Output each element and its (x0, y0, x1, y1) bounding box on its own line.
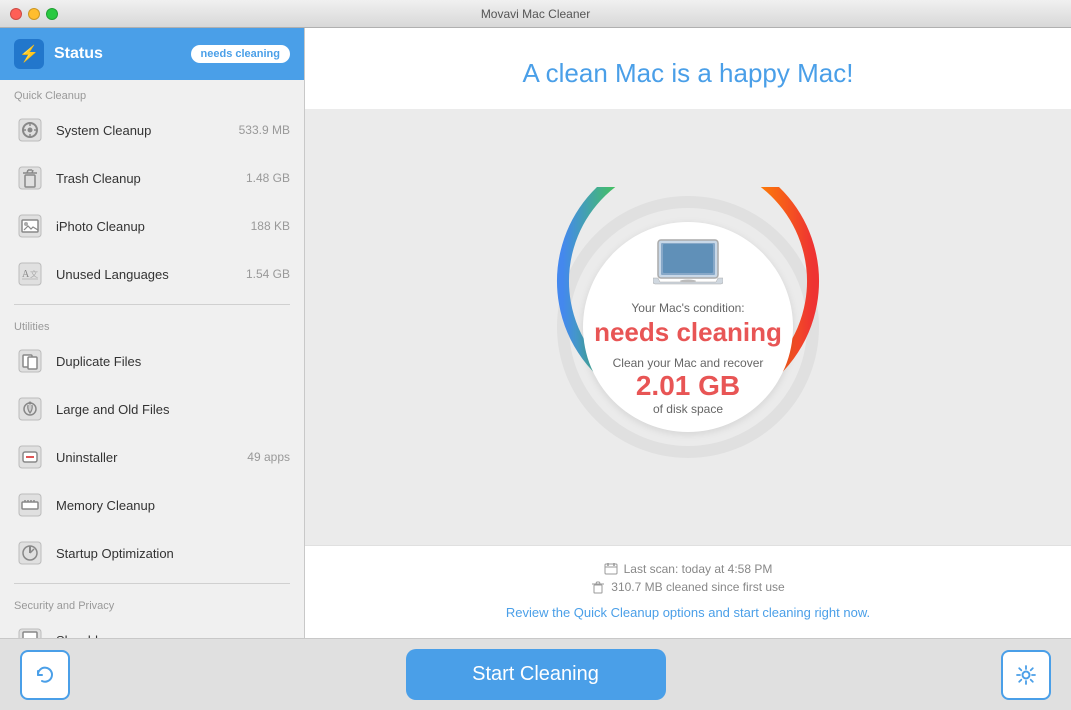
unused-languages-icon: A 文 (14, 258, 46, 290)
condition-value: needs cleaning (594, 317, 782, 348)
sidebar-item-uninstaller[interactable]: Uninstaller 49 apps (0, 433, 304, 481)
sidebar-status-title: Status (54, 45, 103, 63)
sidebar-item-memory-cleanup[interactable]: Memory Cleanup (0, 481, 304, 529)
scan-info: Last scan: today at 4:58 PM (325, 562, 1051, 576)
sidebar-item-iphoto-cleanup[interactable]: iPhoto Cleanup 188 KB (0, 202, 304, 250)
duplicate-files-label: Duplicate Files (56, 354, 280, 369)
sidebar: ⚡ Status needs cleaning Quick Cleanup (0, 28, 305, 638)
gear-icon (1015, 664, 1037, 686)
iphoto-cleanup-label: iPhoto Cleanup (56, 219, 241, 234)
memory-cleanup-icon (14, 489, 46, 521)
memory-cleanup-label: Memory Cleanup (56, 498, 280, 513)
mac-laptop-icon (653, 238, 723, 293)
system-cleanup-label: System Cleanup (56, 123, 229, 138)
security-privacy-label: Security and Privacy (0, 590, 304, 616)
divider-1 (14, 304, 290, 305)
cleaned-since-text: 310.7 MB cleaned since first use (611, 580, 784, 594)
shredder-icon (14, 624, 46, 638)
system-cleanup-icon (14, 114, 46, 146)
sidebar-item-duplicate-files[interactable]: Duplicate Files (0, 337, 304, 385)
large-old-files-label: Large and Old Files (56, 402, 280, 417)
duplicate-files-icon (14, 345, 46, 377)
gauge-container: Your Mac's condition: needs cleaning Cle… (548, 187, 828, 467)
disk-space-label: of disk space (653, 402, 723, 416)
window-controls[interactable] (10, 8, 58, 20)
utilities-label: Utilities (0, 311, 304, 337)
last-scan-text: Last scan: today at 4:58 PM (624, 562, 773, 576)
bottom-toolbar: Start Cleaning (0, 638, 1071, 710)
main-top: A clean Mac is a happy Mac! (305, 28, 1071, 109)
cleaned-info: 310.7 MB cleaned since first use (325, 580, 1051, 594)
review-link[interactable]: Review the Quick Cleanup options and sta… (506, 605, 870, 620)
maximize-button[interactable] (46, 8, 58, 20)
trash-small-icon (591, 580, 605, 594)
sidebar-item-startup-optimization[interactable]: Startup Optimization (0, 529, 304, 577)
refresh-icon (34, 664, 56, 686)
trash-cleanup-value: 1.48 GB (246, 171, 290, 185)
startup-optimization-icon (14, 537, 46, 569)
sidebar-header-left: ⚡ Status (14, 39, 103, 69)
sidebar-item-trash-cleanup[interactable]: Trash Cleanup 1.48 GB (0, 154, 304, 202)
calendar-icon (604, 562, 618, 576)
large-old-files-icon (14, 393, 46, 425)
iphoto-cleanup-icon (14, 210, 46, 242)
trash-cleanup-icon (14, 162, 46, 194)
system-cleanup-value: 533.9 MB (239, 123, 290, 137)
close-button[interactable] (10, 8, 22, 20)
quick-cleanup-label: Quick Cleanup (0, 80, 304, 106)
sidebar-content: Quick Cleanup System Cleanup 533.9 MB (0, 80, 304, 638)
app-body: ⚡ Status needs cleaning Quick Cleanup (0, 28, 1071, 638)
startup-optimization-label: Startup Optimization (56, 546, 280, 561)
settings-button[interactable] (1001, 650, 1051, 700)
info-section: Last scan: today at 4:58 PM 310.7 MB cle… (305, 545, 1071, 638)
unused-languages-label: Unused Languages (56, 267, 236, 282)
uninstaller-value: 49 apps (247, 450, 290, 464)
minimize-button[interactable] (28, 8, 40, 20)
start-cleaning-button[interactable]: Start Cleaning (406, 649, 666, 700)
unused-languages-value: 1.54 GB (246, 267, 290, 281)
recover-size: 2.01 GB (636, 370, 740, 402)
status-badge: needs cleaning (191, 45, 290, 63)
refresh-button[interactable] (20, 650, 70, 700)
titlebar: Movavi Mac Cleaner (0, 0, 1071, 28)
sidebar-item-shredder[interactable]: Shredder (0, 616, 304, 638)
sidebar-item-unused-languages[interactable]: A 文 Unused Languages 1.54 GB (0, 250, 304, 298)
gauge-area: Your Mac's condition: needs cleaning Cle… (305, 109, 1071, 545)
uninstaller-label: Uninstaller (56, 450, 237, 465)
sidebar-item-system-cleanup[interactable]: System Cleanup 533.9 MB (0, 106, 304, 154)
main-content: A clean Mac is a happy Mac! (305, 28, 1071, 638)
uninstaller-icon (14, 441, 46, 473)
iphoto-cleanup-value: 188 KB (251, 219, 290, 233)
app-logo: ⚡ (14, 39, 44, 69)
gauge-inner: Your Mac's condition: needs cleaning Cle… (583, 222, 793, 432)
trash-cleanup-label: Trash Cleanup (56, 171, 236, 186)
app-title: Movavi Mac Cleaner (481, 7, 590, 21)
recover-label: Clean your Mac and recover (613, 356, 764, 370)
sidebar-item-large-old-files[interactable]: Large and Old Files (0, 385, 304, 433)
headline: A clean Mac is a happy Mac! (325, 58, 1051, 89)
sidebar-header: ⚡ Status needs cleaning (0, 28, 304, 80)
condition-label: Your Mac's condition: (631, 301, 744, 315)
svg-text:A: A (22, 269, 30, 280)
svg-text:文: 文 (30, 269, 38, 279)
divider-2 (14, 583, 290, 584)
